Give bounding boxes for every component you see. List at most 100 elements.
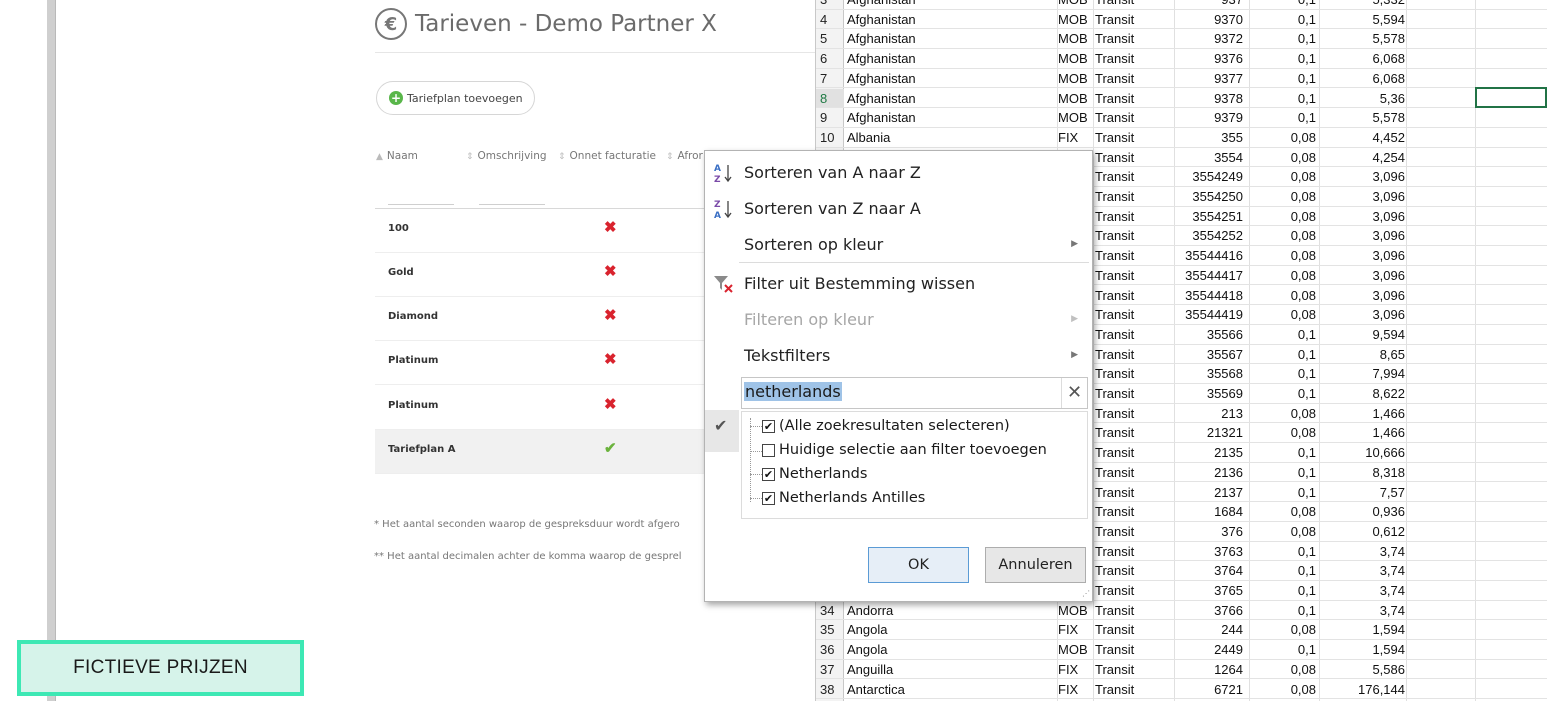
cell-country[interactable]: Afghanistan	[847, 0, 916, 7]
cancel-button[interactable]: Annuleren	[985, 547, 1086, 583]
cell-rate[interactable]: 0,1	[1298, 445, 1316, 460]
cell-price[interactable]: 3,096	[1372, 209, 1405, 224]
cell-price[interactable]: 0,612	[1372, 524, 1405, 539]
cell-traffic[interactable]: Transit	[1095, 169, 1134, 184]
cell-rate[interactable]: 0,08	[1291, 307, 1316, 322]
cell-traffic[interactable]: Transit	[1095, 189, 1134, 204]
cell-price[interactable]: 4,254	[1372, 150, 1405, 165]
cell-price[interactable]: 1,594	[1372, 642, 1405, 657]
cell-rate[interactable]: 0,1	[1298, 386, 1316, 401]
name-filter-input[interactable]	[388, 204, 454, 205]
cell-code[interactable]: 3763	[1214, 544, 1243, 559]
cell-traffic[interactable]: Transit	[1095, 268, 1134, 283]
sort-z-to-a-item[interactable]: Z A Sorteren van Z naar A	[705, 196, 1092, 222]
cell-rate[interactable]: 0,1	[1298, 583, 1316, 598]
cell-price[interactable]: 3,74	[1380, 583, 1405, 598]
cell-rate[interactable]: 0,1	[1298, 563, 1316, 578]
cell-code[interactable]: 35544419	[1185, 307, 1243, 322]
cell-traffic[interactable]: Transit	[1095, 347, 1134, 362]
cell-rate[interactable]: 0,1	[1298, 465, 1316, 480]
cell-rate[interactable]: 0,08	[1291, 150, 1316, 165]
cell-rate[interactable]: 0,1	[1298, 603, 1316, 618]
cell-traffic[interactable]: Transit	[1095, 327, 1134, 342]
sheet-row[interactable]: 6 Afghanistan MOB Transit 9376 0,1 6,068	[816, 49, 1547, 69]
cell-rate[interactable]: 0,08	[1291, 130, 1316, 145]
cell-price[interactable]: 5,36	[1380, 91, 1405, 106]
cell-rate[interactable]: 0,08	[1291, 524, 1316, 539]
cell-code[interactable]: 937	[1221, 0, 1243, 7]
cell-code[interactable]: 9379	[1214, 110, 1243, 125]
cell-traffic[interactable]: Transit	[1095, 288, 1134, 303]
cell-country[interactable]: Anguilla	[847, 662, 893, 677]
cell-type[interactable]: FIX	[1058, 622, 1078, 637]
cell-code[interactable]: 3554249	[1192, 169, 1243, 184]
cell-price[interactable]: 3,74	[1380, 544, 1405, 559]
cell-rate[interactable]: 0,08	[1291, 268, 1316, 283]
cell-code[interactable]: 3764	[1214, 563, 1243, 578]
cell-type[interactable]: MOB	[1058, 51, 1088, 66]
column-header-afronding[interactable]: ⇕ Afror	[666, 150, 703, 162]
cell-traffic[interactable]: Transit	[1095, 12, 1134, 27]
cell-code[interactable]: 35567	[1207, 347, 1243, 362]
cell-rate[interactable]: 0,1	[1298, 327, 1316, 342]
cell-traffic[interactable]: Transit	[1095, 31, 1134, 46]
cell-code[interactable]: 35544418	[1185, 288, 1243, 303]
resize-grip-icon[interactable]: ⋰	[1082, 589, 1090, 598]
cell-country[interactable]: Angola	[847, 622, 887, 637]
cell-traffic[interactable]: Transit	[1095, 110, 1134, 125]
sheet-row[interactable]: 9 Afghanistan MOB Transit 9379 0,1 5,578	[816, 108, 1547, 128]
cell-rate[interactable]: 0,1	[1298, 347, 1316, 362]
cell-type[interactable]: MOB	[1058, 12, 1088, 27]
cell-price[interactable]: 8,318	[1372, 465, 1405, 480]
cell-rate[interactable]: 0,08	[1291, 682, 1316, 697]
column-header-name[interactable]: ▲ Naam	[376, 150, 418, 162]
cell-code[interactable]: 376	[1221, 524, 1243, 539]
cell-price[interactable]: 5,578	[1372, 31, 1405, 46]
cell-code[interactable]: 3765	[1214, 583, 1243, 598]
cell-code[interactable]: 244	[1221, 622, 1243, 637]
cell-price[interactable]: 9,594	[1372, 327, 1405, 342]
cell-country[interactable]: Afghanistan	[847, 110, 916, 125]
cell-price[interactable]: 3,096	[1372, 307, 1405, 322]
cell-traffic[interactable]: Transit	[1095, 386, 1134, 401]
cell-price[interactable]: 4,452	[1372, 130, 1405, 145]
clear-search-icon[interactable]: ✕	[1061, 378, 1087, 408]
sheet-row[interactable]: 8 Afghanistan MOB Transit 9378 0,1 5,36	[816, 88, 1547, 109]
cell-country[interactable]: Afghanistan	[847, 31, 916, 46]
cell-price[interactable]: 3,74	[1380, 563, 1405, 578]
cell-traffic[interactable]: Transit	[1095, 662, 1134, 677]
cell-price[interactable]: 5,578	[1372, 110, 1405, 125]
cell-code[interactable]: 213	[1221, 406, 1243, 421]
cell-code[interactable]: 1684	[1214, 504, 1243, 519]
cell-code[interactable]: 2137	[1214, 485, 1243, 500]
cell-rate[interactable]: 0,1	[1298, 366, 1316, 381]
cell-price[interactable]: 1,594	[1372, 622, 1405, 637]
cell-code[interactable]: 2135	[1214, 445, 1243, 460]
cell-rate[interactable]: 0,1	[1298, 31, 1316, 46]
sheet-row[interactable]: 7 Afghanistan MOB Transit 9377 0,1 6,068	[816, 69, 1547, 89]
sheet-row[interactable]: 34 Andorra MOB Transit 3766 0,1 3,74	[816, 601, 1547, 621]
cell-traffic[interactable]: Transit	[1095, 130, 1134, 145]
cell-price[interactable]: 3,096	[1372, 189, 1405, 204]
cell-country[interactable]: Afghanistan	[847, 51, 916, 66]
cell-country[interactable]: Angola	[847, 642, 887, 657]
cell-price[interactable]: 3,74	[1380, 603, 1405, 618]
cell-traffic[interactable]: Transit	[1095, 622, 1134, 637]
cell-type[interactable]: MOB	[1058, 110, 1088, 125]
cell-traffic[interactable]: Transit	[1095, 445, 1134, 460]
cell-price[interactable]: 0,936	[1372, 504, 1405, 519]
cell-traffic[interactable]: Transit	[1095, 91, 1134, 106]
cell-country[interactable]: Albania	[847, 130, 890, 145]
cell-rate[interactable]: 0,08	[1291, 288, 1316, 303]
cell-price[interactable]: 5,586	[1372, 662, 1405, 677]
cell-traffic[interactable]: Transit	[1095, 366, 1134, 381]
cell-price[interactable]: 7,994	[1372, 366, 1405, 381]
cell-code[interactable]: 9378	[1214, 91, 1243, 106]
column-header-onnet[interactable]: ⇕ Onnet facturatie	[558, 150, 656, 162]
netherlands-checkbox[interactable]: ✔ Netherlands	[762, 466, 867, 482]
cell-price[interactable]: 8,622	[1372, 386, 1405, 401]
cell-code[interactable]: 9377	[1214, 71, 1243, 86]
sort-by-color-item[interactable]: Sorteren op kleur ▶	[705, 232, 1092, 258]
cell-code[interactable]: 35568	[1207, 366, 1243, 381]
netherlands-antilles-checkbox[interactable]: ✔ Netherlands Antilles	[762, 490, 925, 506]
